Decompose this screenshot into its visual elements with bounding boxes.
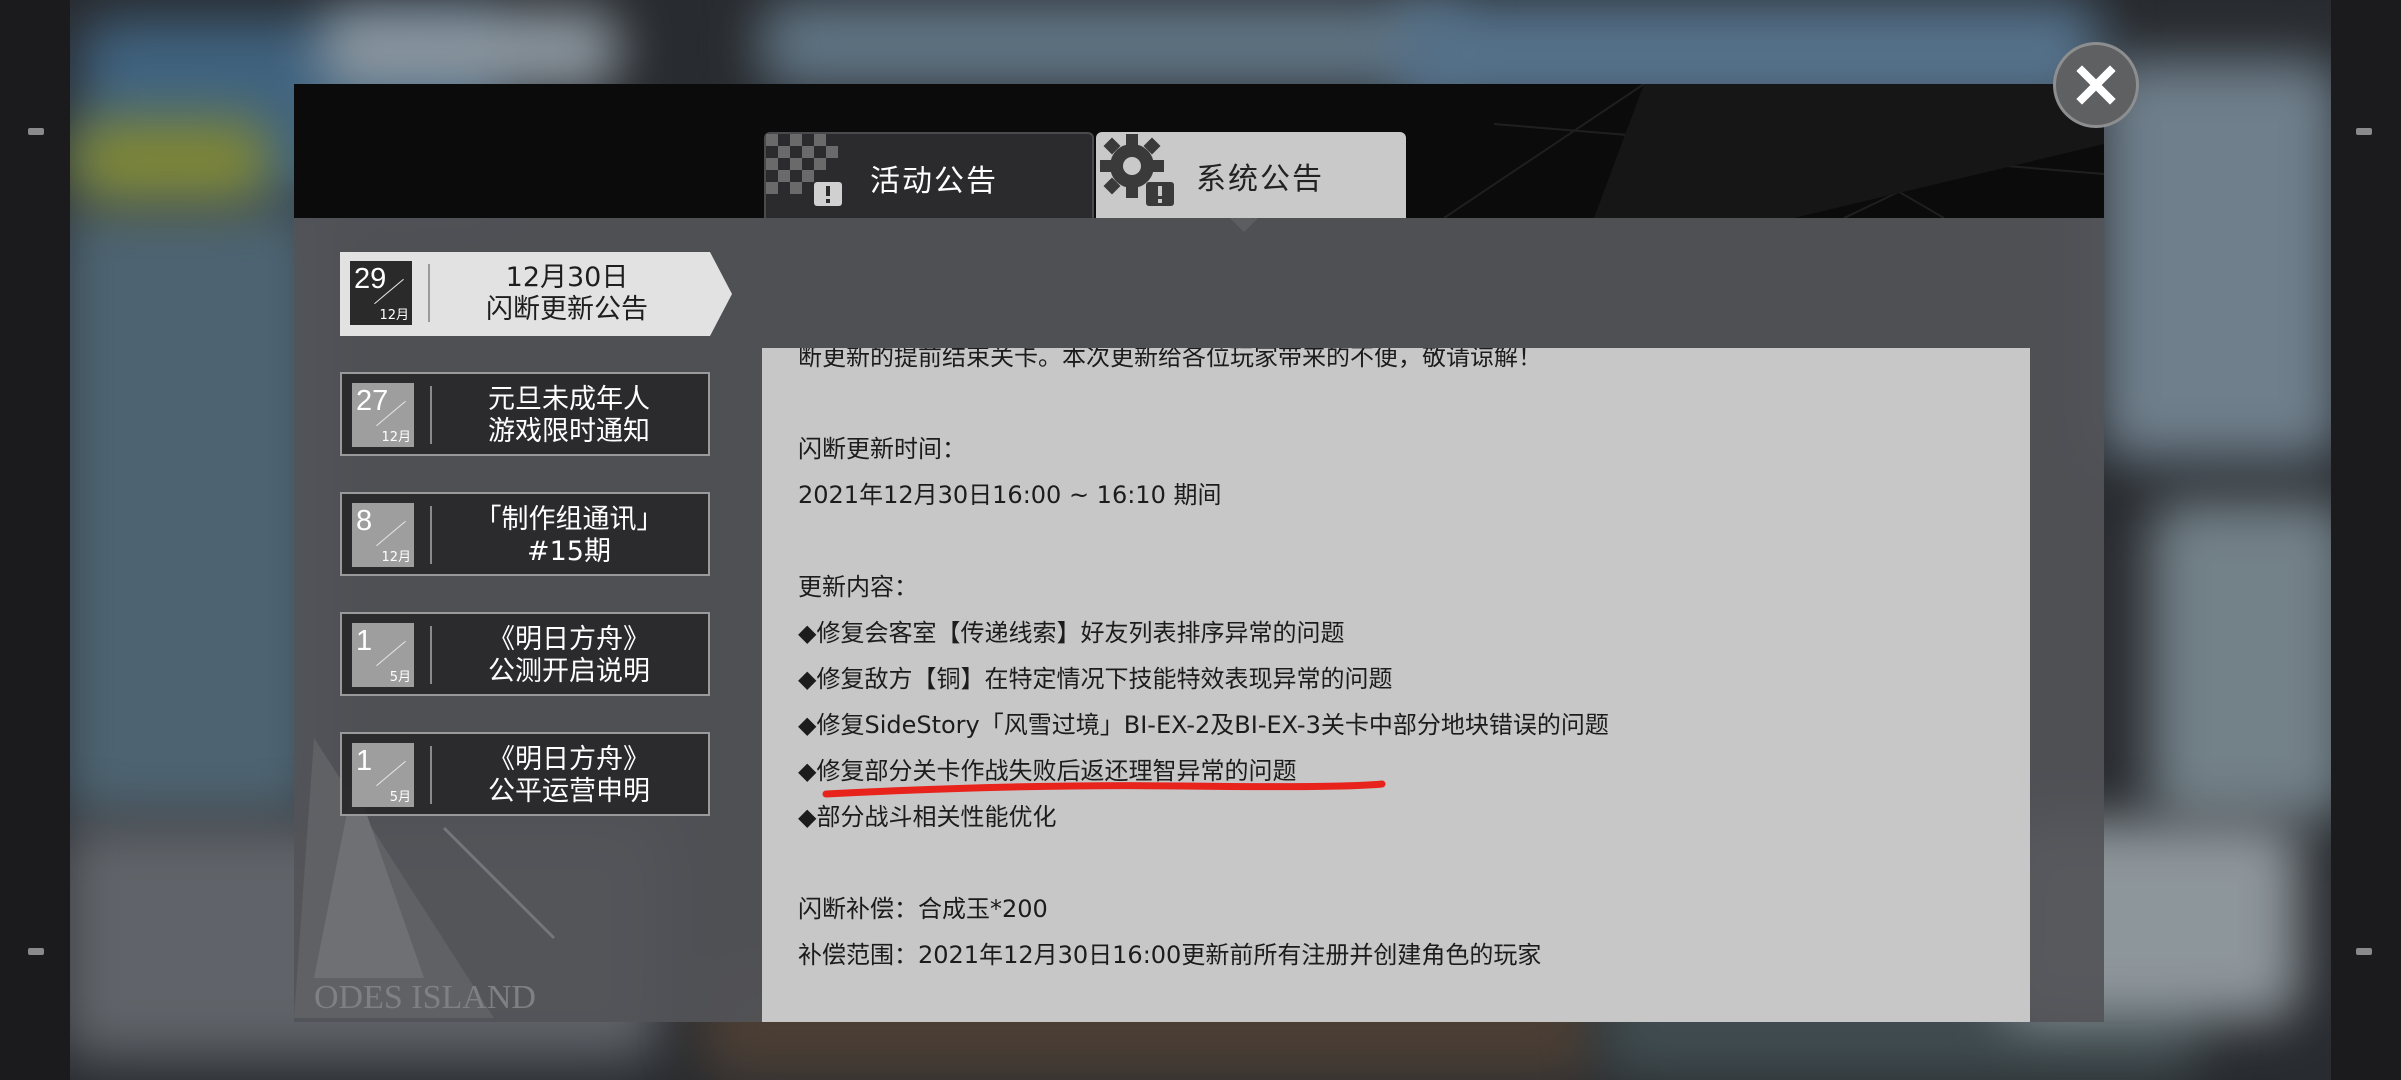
- item-divider: [430, 506, 432, 564]
- item-divider: [430, 386, 432, 444]
- date-badge: 29 12月: [350, 261, 412, 325]
- date-badge: 1 5月: [352, 623, 414, 687]
- tab-system-label: 系统公告: [1196, 162, 1324, 197]
- date-month: 12月: [381, 550, 411, 565]
- date-day: 29: [354, 263, 387, 295]
- content-line: 补偿范围：2021年12月30日16:00更新前所有注册并创建角色的玩家: [798, 941, 1542, 969]
- tab-events[interactable]: 活动公告: [764, 132, 1094, 218]
- close-icon: [2076, 65, 2116, 105]
- date-month: 5月: [389, 670, 411, 685]
- red-underline-annotation: [822, 780, 1386, 798]
- announcement-title: 《明日方舟》 公测开启说明: [488, 624, 650, 687]
- announcement-panel: 活动公告 系统公告 ODES ISLAND 29 12月 12月30日 闪断更新…: [294, 84, 2104, 1022]
- date-day: 1: [356, 625, 373, 657]
- announcement-item[interactable]: 1 5月 《明日方舟》 公测开启说明: [340, 612, 710, 696]
- announcement-content[interactable]: 断更新的提前结束关卡。本次更新给各位玩家带来的不便，敬请谅解！ 闪断更新时间： 20…: [762, 348, 2030, 1022]
- date-badge: 1 5月: [352, 743, 414, 807]
- content-line: 断更新的提前结束关卡。本次更新给各位玩家带来的不便，敬请谅解！: [798, 348, 1542, 371]
- date-badge: 8 12月: [352, 503, 414, 567]
- announcement-item[interactable]: 8 12月 「制作组通讯」 #15期: [340, 492, 710, 576]
- item-divider: [430, 626, 432, 684]
- date-badge: 27 12月: [352, 383, 414, 447]
- tab-system[interactable]: 系统公告: [1096, 132, 1406, 218]
- announcement-title: 12月30日 闪断更新公告: [486, 262, 648, 325]
- announcement-item[interactable]: 29 12月 12月30日 闪断更新公告: [340, 252, 732, 336]
- svg-text:ODES ISLAND: ODES ISLAND: [314, 979, 536, 1016]
- date-slash: [376, 520, 406, 547]
- content-line: ◆修复会客室【传递线索】好友列表排序异常的问题: [798, 619, 1345, 647]
- gear-icon: [1100, 134, 1174, 206]
- content-line: 更新内容：: [798, 573, 918, 601]
- checkered-flag-icon: [766, 134, 842, 206]
- close-button[interactable]: [2053, 42, 2139, 128]
- content-line: 闪断更新时间：: [798, 435, 966, 463]
- content-line: ◆修复敌方【铜】在特定情况下技能特效表现异常的问题: [798, 665, 1393, 693]
- panel-header: 活动公告 系统公告: [294, 84, 2104, 218]
- announcement-title: 「制作组通讯」 #15期: [474, 504, 664, 567]
- date-day: 1: [356, 745, 373, 777]
- date-day: 8: [356, 505, 373, 537]
- date-slash: [376, 640, 406, 667]
- panel-body: ODES ISLAND 29 12月 12月30日 闪断更新公告 27 12月 元旦未成年…: [294, 218, 2104, 1022]
- content-line: 闪断补偿：合成玉*200: [798, 895, 1048, 923]
- date-month: 12月: [379, 308, 409, 323]
- content-line: ◆修复SideStory「风雪过境」BI-EX-2及BI-EX-3关卡中部分地块…: [798, 711, 1609, 739]
- item-divider: [430, 746, 432, 804]
- announcement-title: 《明日方舟》 公平运营申明: [488, 744, 650, 807]
- active-item-arrow: [710, 252, 732, 336]
- date-month: 5月: [389, 790, 411, 805]
- announcement-text: 断更新的提前结束关卡。本次更新给各位玩家带来的不便，敬请谅解！ 闪断更新时间： 20…: [798, 348, 2018, 1022]
- date-slash: [376, 760, 406, 787]
- tab-events-label: 活动公告: [870, 164, 998, 199]
- date-day: 27: [356, 385, 389, 417]
- item-divider: [428, 264, 430, 322]
- announcement-item[interactable]: 27 12月 元旦未成年人 游戏限时通知: [340, 372, 710, 456]
- announcement-item[interactable]: 1 5月 《明日方舟》 公平运营申明: [340, 732, 710, 816]
- date-month: 12月: [381, 430, 411, 445]
- content-line: 2021年12月30日16:00 ~ 16:10 期间: [798, 481, 1222, 509]
- announcement-title: 元旦未成年人 游戏限时通知: [488, 384, 650, 447]
